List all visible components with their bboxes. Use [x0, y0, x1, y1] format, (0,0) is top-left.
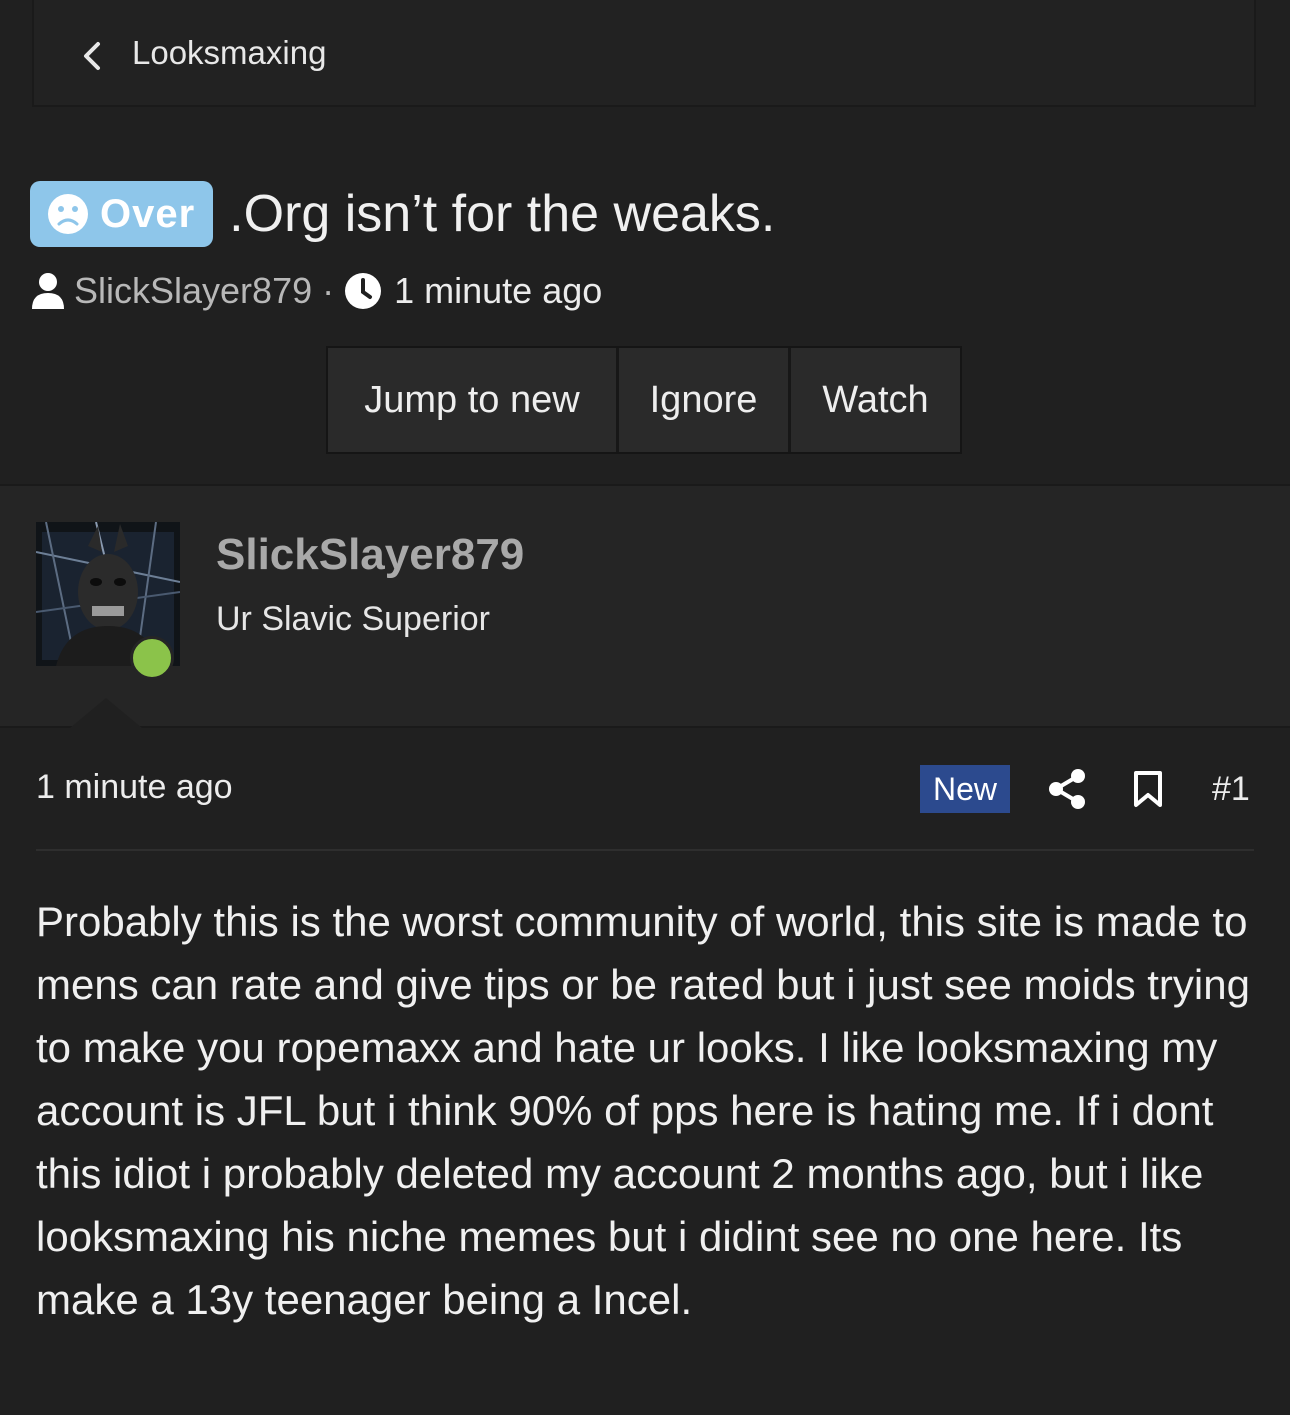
meta-separator: ·: [322, 270, 335, 311]
author-block-notch: [70, 698, 142, 728]
post-author-name[interactable]: SlickSlayer879: [216, 530, 524, 580]
jump-to-new-button[interactable]: Jump to new: [328, 348, 616, 452]
breadcrumb[interactable]: Looksmaxing: [32, 0, 1256, 107]
ignore-button[interactable]: Ignore: [616, 348, 788, 452]
thread-title-row: Over .Org isn’t for the weaks.: [30, 181, 775, 247]
bookmark-icon[interactable]: [1133, 770, 1163, 808]
post-header-divider: [36, 849, 1254, 851]
thread-actions: Jump to new Ignore Watch: [326, 346, 962, 454]
watch-button[interactable]: Watch: [788, 348, 960, 452]
post-time[interactable]: 1 minute ago: [36, 768, 233, 807]
thread-meta: SlickSlayer879 · 1 minute ago: [30, 266, 602, 316]
chevron-left-icon: [84, 42, 100, 70]
online-status-indicator: [130, 636, 174, 680]
thread-author-link[interactable]: SlickSlayer879: [74, 270, 312, 312]
thread-prefix-label: Over: [100, 191, 196, 236]
sad-face-icon: [48, 194, 88, 234]
post-author-block: [0, 484, 1290, 728]
breadcrumb-label[interactable]: Looksmaxing: [132, 34, 326, 72]
clock-icon: [345, 273, 382, 309]
share-icon[interactable]: [1048, 768, 1086, 810]
post-number-link[interactable]: #1: [1212, 770, 1250, 809]
user-icon: [32, 273, 64, 309]
post-author-title: Ur Slavic Superior: [216, 600, 490, 638]
post-body: Probably this is the worst community of …: [36, 898, 1250, 1323]
thread-title: .Org isn’t for the weaks.: [229, 185, 776, 243]
thread-prefix-badge[interactable]: Over: [30, 181, 214, 247]
new-badge: New: [920, 765, 1010, 813]
thread-time[interactable]: 1 minute ago: [394, 270, 602, 312]
